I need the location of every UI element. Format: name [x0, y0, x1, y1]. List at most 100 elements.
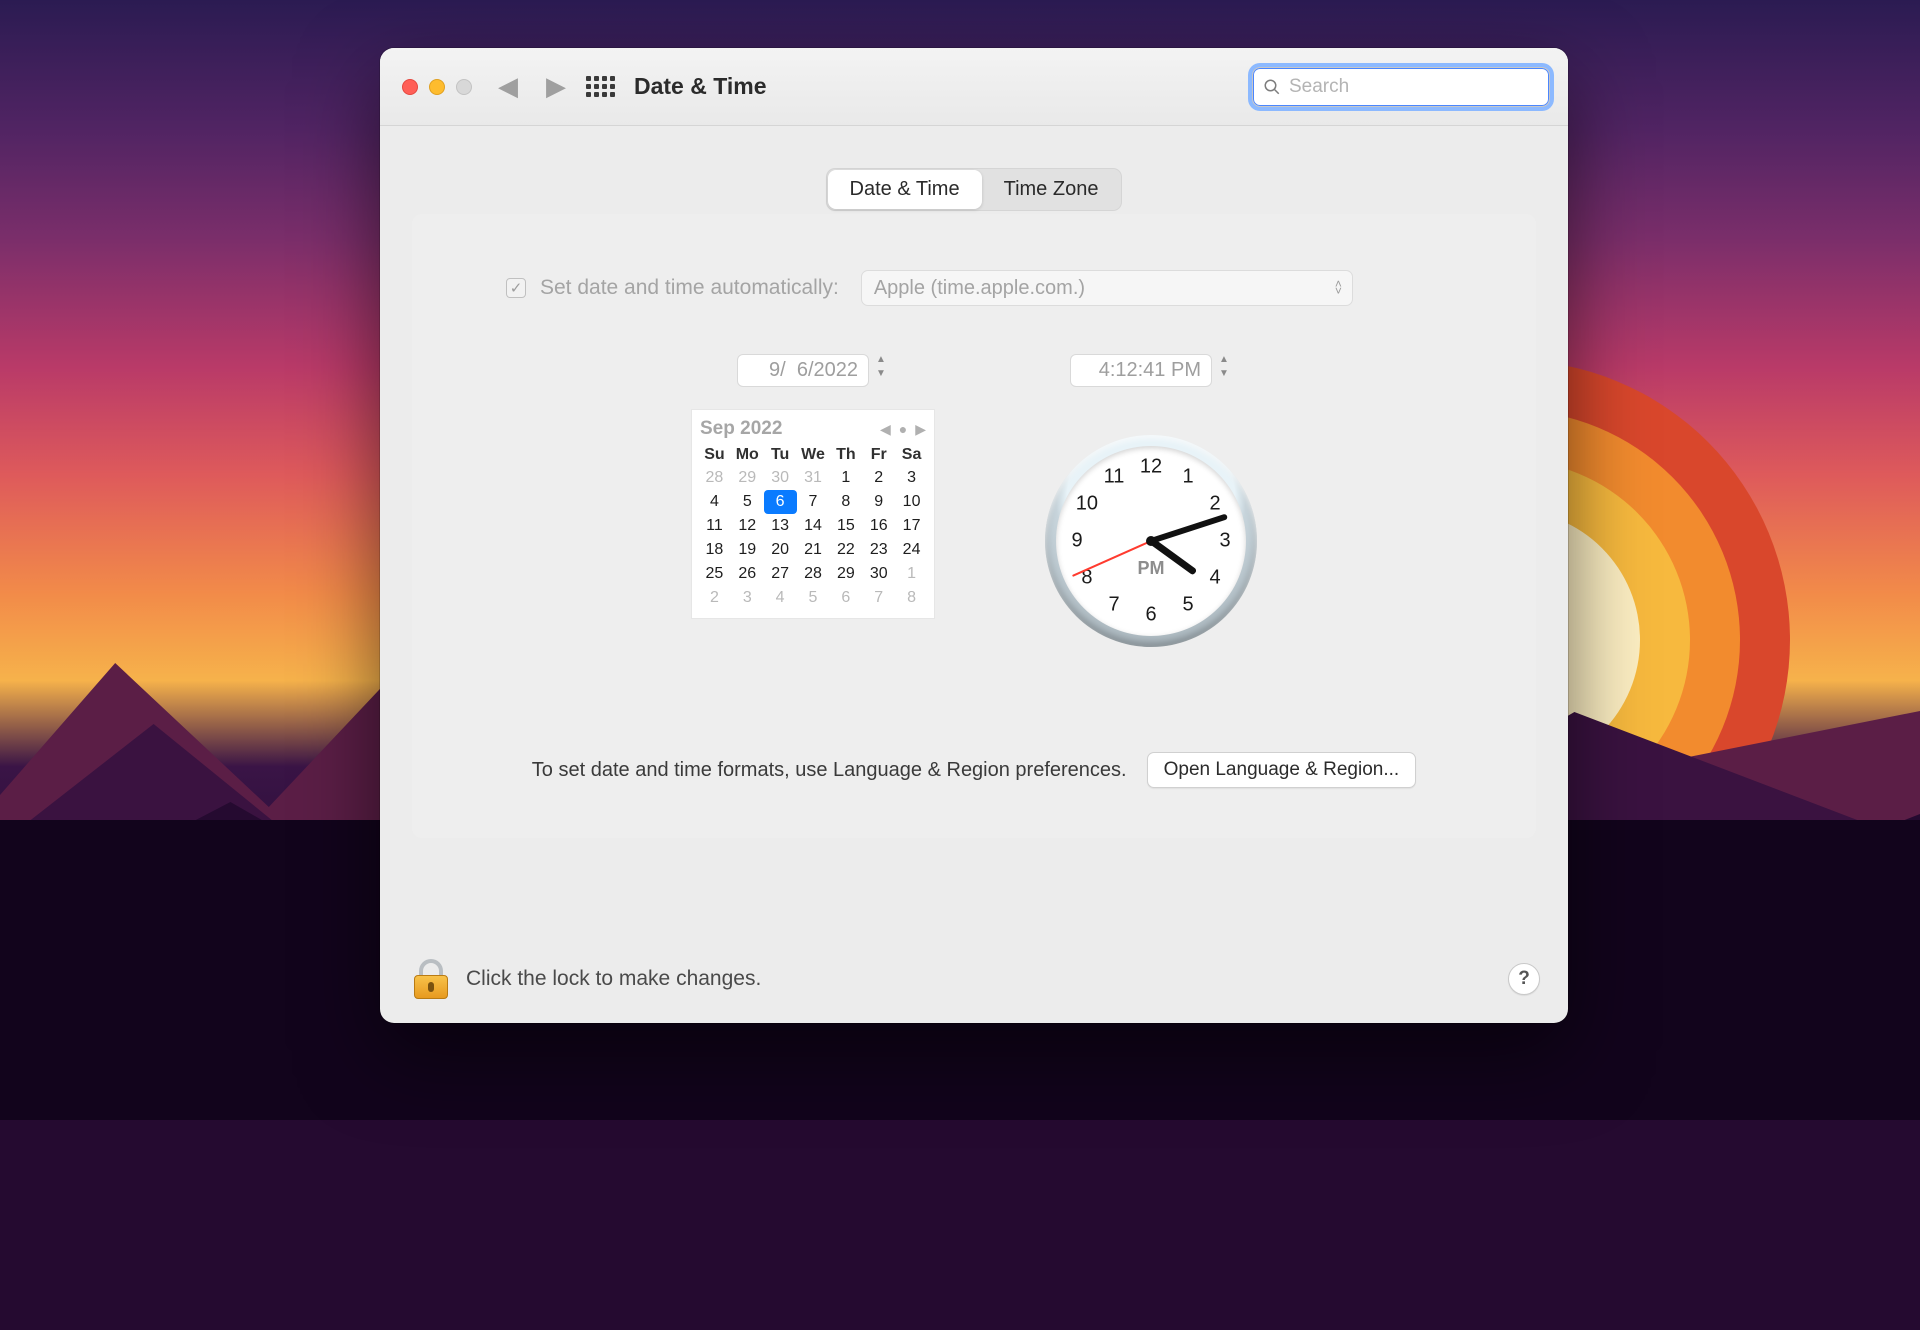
lock-hint: Click the lock to make changes.	[466, 967, 761, 991]
clock-numeral: 5	[1182, 594, 1193, 617]
calendar-day[interactable]: 7	[797, 490, 830, 514]
close-icon[interactable]	[402, 79, 418, 95]
calendar-day[interactable]: 18	[698, 538, 731, 562]
calendar-day: 29	[731, 466, 764, 490]
calendar-day: 28	[698, 466, 731, 490]
clock-numeral: 3	[1219, 530, 1230, 553]
search-field[interactable]	[1252, 67, 1550, 107]
calendar[interactable]: Sep 2022 ◀︎ ● ▶︎ SuMoTuWeThFrSa282930311…	[691, 409, 935, 619]
calendar-day[interactable]: 22	[829, 538, 862, 562]
date-step-down-icon[interactable]: ▼	[873, 368, 889, 382]
show-all-button[interactable]	[586, 76, 612, 97]
calendar-day[interactable]: 11	[698, 514, 731, 538]
calendar-day[interactable]: 6	[764, 490, 797, 514]
calendar-dow: Fr	[862, 444, 895, 466]
calendar-day[interactable]: 9	[862, 490, 895, 514]
search-icon	[1263, 78, 1281, 96]
calendar-next-icon[interactable]: ▶︎	[915, 421, 926, 438]
calendar-day: 4	[764, 586, 797, 610]
clock-numeral: 4	[1210, 567, 1221, 590]
window-title: Date & Time	[634, 73, 767, 100]
calendar-today-icon[interactable]: ●	[899, 421, 907, 438]
date-field[interactable]	[737, 354, 869, 387]
calendar-dow: Tu	[764, 444, 797, 466]
calendar-dow: We	[797, 444, 830, 466]
time-server-value: Apple (time.apple.com.)	[874, 277, 1085, 300]
calendar-day[interactable]: 3	[895, 466, 928, 490]
calendar-dow: Sa	[895, 444, 928, 466]
calendar-day[interactable]: 4	[698, 490, 731, 514]
calendar-day[interactable]: 12	[731, 514, 764, 538]
clock-numeral: 10	[1076, 493, 1098, 516]
window-footer: Click the lock to make changes. ?	[414, 959, 1540, 999]
calendar-day: 1	[895, 562, 928, 586]
calendar-prev-icon[interactable]: ◀︎	[880, 421, 891, 438]
lock-icon[interactable]	[414, 959, 448, 999]
calendar-day[interactable]: 16	[862, 514, 895, 538]
search-input[interactable]	[1289, 76, 1539, 98]
calendar-day[interactable]: 24	[895, 538, 928, 562]
back-button[interactable]: ◀︎	[498, 71, 518, 102]
calendar-day: 2	[698, 586, 731, 610]
clock-numeral: 1	[1182, 465, 1193, 488]
calendar-day: 31	[797, 466, 830, 490]
date-step-up-icon[interactable]: ▲	[873, 354, 889, 368]
calendar-day[interactable]: 28	[797, 562, 830, 586]
calendar-day[interactable]: 1	[829, 466, 862, 490]
minimize-icon[interactable]	[429, 79, 445, 95]
open-language-region-button[interactable]: Open Language & Region...	[1147, 752, 1417, 788]
clock-numeral: 7	[1108, 594, 1119, 617]
clock-numeral: 9	[1071, 530, 1082, 553]
nav-buttons: ◀︎ ▶︎	[498, 71, 566, 102]
calendar-day[interactable]: 23	[862, 538, 895, 562]
calendar-month: Sep 2022	[700, 418, 782, 440]
date-stepper[interactable]: ▲▼	[737, 354, 889, 387]
tab-date-time[interactable]: Date & Time	[828, 170, 982, 209]
time-step-up-icon[interactable]: ▲	[1216, 354, 1232, 368]
calendar-dow: Mo	[731, 444, 764, 466]
calendar-day[interactable]: 29	[829, 562, 862, 586]
clock-numeral: 11	[1104, 465, 1125, 488]
calendar-day[interactable]: 13	[764, 514, 797, 538]
time-server-dropdown[interactable]: Apple (time.apple.com.) ˄˅	[861, 270, 1353, 306]
content-panel: Set date and time automatically: Apple (…	[412, 214, 1536, 838]
format-hint: To set date and time formats, use Langua…	[532, 759, 1127, 782]
calendar-day: 8	[895, 586, 928, 610]
calendar-day: 5	[797, 586, 830, 610]
calendar-day[interactable]: 26	[731, 562, 764, 586]
analog-clock: PM 121234567891011	[1045, 435, 1257, 647]
traffic-lights	[402, 79, 472, 95]
calendar-dow: Su	[698, 444, 731, 466]
titlebar: ◀︎ ▶︎ Date & Time	[380, 48, 1568, 126]
date-column: ▲▼ Sep 2022 ◀︎ ● ▶︎ SuMoTuWeThFrSa282930…	[691, 354, 935, 647]
calendar-day[interactable]: 19	[731, 538, 764, 562]
tab-time-zone[interactable]: Time Zone	[982, 170, 1121, 209]
time-column: ▲▼ PM 121234567891011	[1045, 354, 1257, 647]
clock-ampm: PM	[1138, 558, 1165, 579]
auto-label: Set date and time automatically:	[540, 276, 839, 300]
calendar-day[interactable]: 30	[862, 562, 895, 586]
calendar-day[interactable]: 5	[731, 490, 764, 514]
calendar-day[interactable]: 10	[895, 490, 928, 514]
calendar-day[interactable]: 2	[862, 466, 895, 490]
calendar-day[interactable]: 21	[797, 538, 830, 562]
calendar-day[interactable]: 17	[895, 514, 928, 538]
auto-checkbox[interactable]	[506, 278, 526, 298]
calendar-day[interactable]: 27	[764, 562, 797, 586]
time-stepper[interactable]: ▲▼	[1070, 354, 1232, 387]
calendar-day[interactable]: 20	[764, 538, 797, 562]
calendar-day: 30	[764, 466, 797, 490]
clock-hand-m	[1150, 513, 1228, 543]
time-field[interactable]	[1070, 354, 1212, 387]
calendar-day[interactable]: 15	[829, 514, 862, 538]
calendar-day[interactable]: 25	[698, 562, 731, 586]
calendar-day[interactable]: 8	[829, 490, 862, 514]
chevron-updown-icon: ˄˅	[1335, 281, 1342, 295]
help-button[interactable]: ?	[1508, 963, 1540, 995]
time-step-down-icon[interactable]: ▼	[1216, 368, 1232, 382]
tab-bar: Date & Time Time Zone	[380, 168, 1568, 211]
clock-numeral: 12	[1140, 456, 1162, 479]
calendar-day[interactable]: 14	[797, 514, 830, 538]
forward-button: ▶︎	[546, 71, 566, 102]
clock-numeral: 2	[1210, 493, 1221, 516]
